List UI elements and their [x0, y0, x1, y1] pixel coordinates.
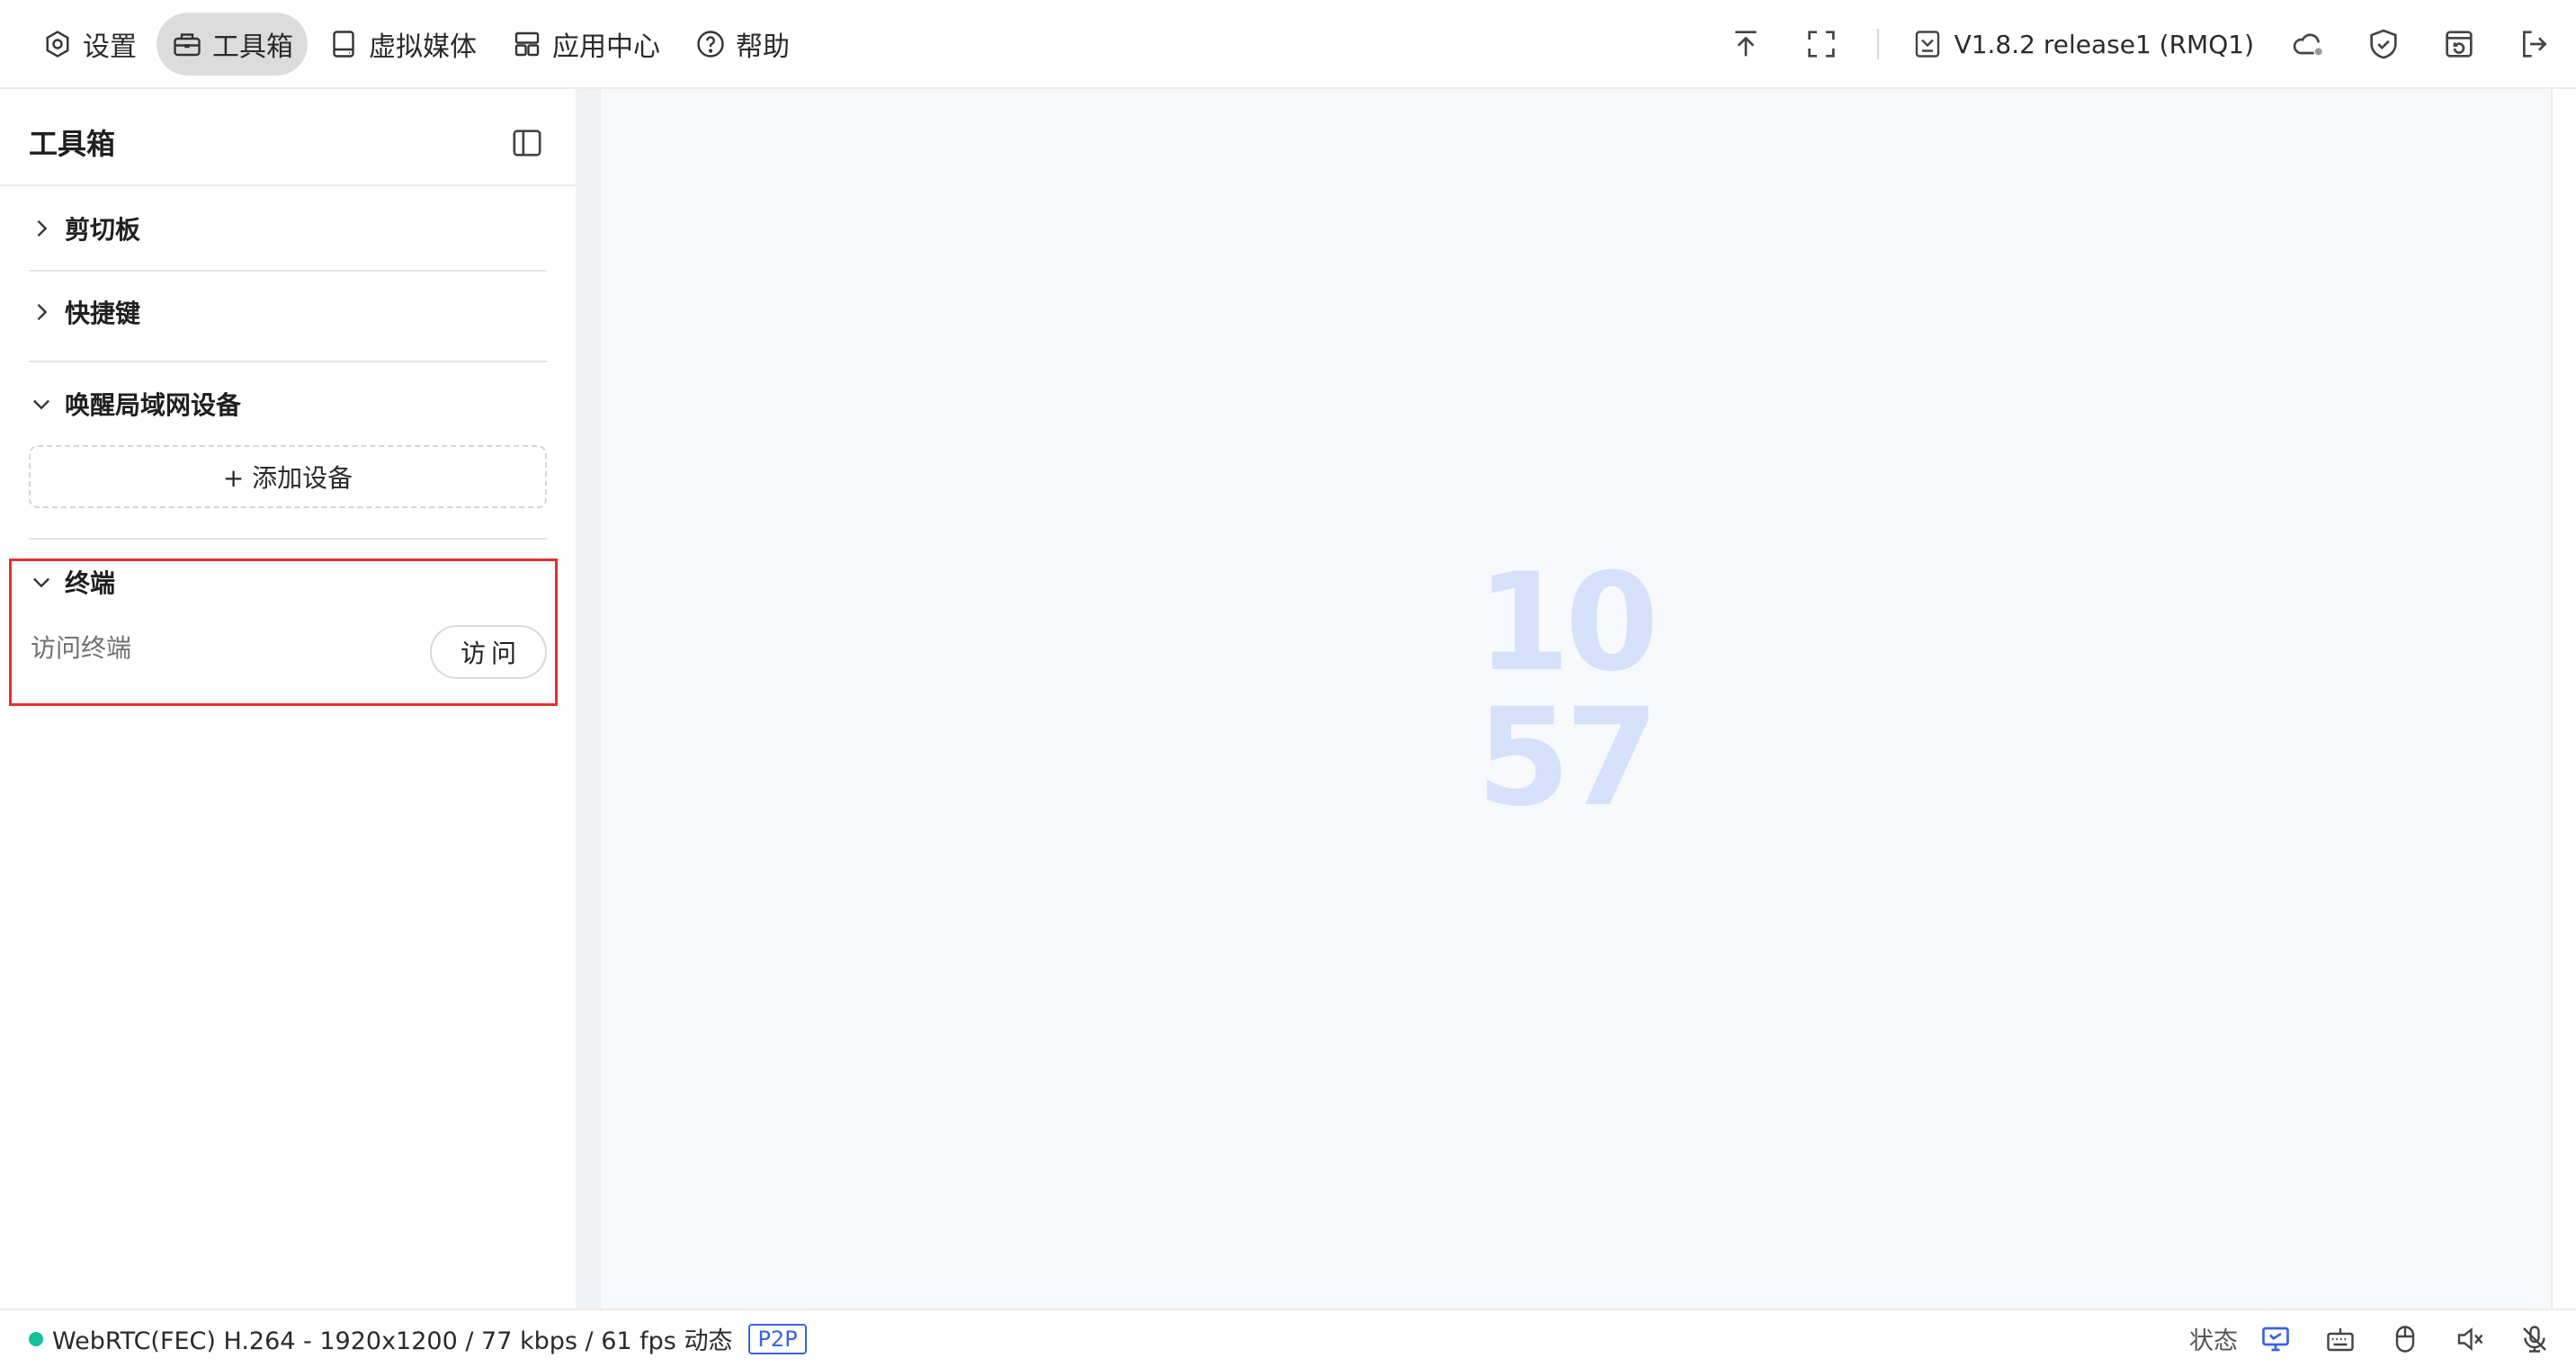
top-right-toolbar: V1.8.2 release1 (RMQ1)	[1726, 13, 2576, 76]
stream-info: WebRTC(FEC) H.264 - 1920x1200 / 77 kbps …	[52, 1327, 733, 1355]
sidebar-title: 工具箱	[29, 127, 116, 161]
cloud-status-icon[interactable]	[2288, 24, 2328, 64]
keyboard-icon[interactable]	[2322, 1321, 2358, 1357]
nav-toolbox-label: 工具箱	[212, 31, 293, 63]
status-controls: 状态	[2189, 1310, 2553, 1367]
nav-settings-label: 设置	[83, 31, 137, 63]
nav-settings[interactable]: 设置	[27, 13, 151, 76]
p2p-badge: P2P	[748, 1323, 807, 1354]
section-divider	[29, 270, 547, 272]
clock-hour: 10	[1476, 545, 1659, 701]
nav-help[interactable]: 帮助	[680, 13, 804, 76]
collapse-top-icon[interactable]	[1726, 24, 1766, 64]
mouse-icon[interactable]	[2387, 1321, 2423, 1357]
security-shield-icon[interactable]	[2364, 24, 2403, 64]
fullscreen-icon[interactable]	[1802, 24, 1841, 64]
clock-minute: 57	[1476, 680, 1659, 836]
terminal-access-label: 访问终端	[31, 633, 132, 663]
apps-icon	[511, 28, 543, 60]
toolbar-divider	[1876, 29, 1879, 59]
section-terminal[interactable]: 终端	[29, 559, 115, 604]
nav-app-center-label: 应用中心	[552, 31, 660, 63]
speaker-muted-icon[interactable]	[2452, 1321, 2488, 1357]
main-nav: 设置 工具箱 虚拟媒体 应用中心 帮助	[27, 13, 809, 76]
nav-help-label: 帮助	[736, 31, 790, 63]
section-wake-on-lan-label: 唤醒局域网设备	[65, 390, 242, 420]
section-clipboard-label: 剪切板	[65, 215, 141, 245]
version-info[interactable]: V1.8.2 release1 (RMQ1)	[1911, 28, 2254, 60]
sidebar-header: 工具箱	[0, 89, 576, 186]
sidebar-resize-gutter[interactable]	[576, 89, 601, 1309]
chevron-down-icon	[29, 569, 54, 594]
section-wake-on-lan[interactable]: 唤醒局域网设备	[29, 381, 241, 426]
add-device-button[interactable]: + 添加设备	[29, 445, 547, 508]
remote-clock: 10 57	[1475, 545, 1659, 836]
microphone-muted-icon[interactable]	[2517, 1321, 2553, 1357]
settings-icon	[41, 28, 74, 60]
storage-icon	[327, 28, 360, 60]
toolbox-icon	[171, 28, 203, 60]
toolbox-sidebar: 工具箱 剪切板 快捷键 唤醒局域网设备 + 添加设备 终端 访问终端 访问	[0, 89, 576, 1309]
chevron-right-icon	[29, 299, 54, 325]
section-divider	[29, 538, 547, 540]
nav-toolbox[interactable]: 工具箱	[157, 13, 308, 76]
chevron-right-icon	[29, 216, 54, 241]
restart-icon[interactable]	[2439, 24, 2479, 64]
logout-icon[interactable]	[2515, 24, 2554, 64]
section-divider	[29, 361, 547, 362]
nav-virtual-media-label: 虚拟媒体	[369, 31, 477, 63]
section-terminal-label: 终端	[65, 568, 116, 598]
section-shortcuts-label: 快捷键	[65, 299, 141, 328]
sidebar-toggle-icon[interactable]	[509, 125, 545, 161]
visit-terminal-button[interactable]: 访问	[430, 625, 547, 679]
version-icon	[1911, 28, 1944, 60]
help-icon	[694, 28, 727, 60]
chevron-down-icon	[29, 391, 54, 416]
nav-app-center[interactable]: 应用中心	[496, 13, 675, 76]
connection-dot	[29, 1331, 43, 1346]
right-edge-panel	[2551, 89, 2576, 1309]
stream-status: WebRTC(FEC) H.264 - 1920x1200 / 77 kbps …	[29, 1310, 807, 1367]
version-label: V1.8.2 release1 (RMQ1)	[1954, 29, 2254, 59]
monitor-icon[interactable]	[2258, 1321, 2294, 1357]
status-bar: WebRTC(FEC) H.264 - 1920x1200 / 77 kbps …	[0, 1309, 2576, 1367]
status-label: 状态	[2189, 1327, 2238, 1355]
section-shortcuts[interactable]: 快捷键	[29, 290, 140, 335]
section-clipboard[interactable]: 剪切板	[29, 206, 140, 251]
top-bar: 设置 工具箱 虚拟媒体 应用中心 帮助 V1.8.2 release1 (RMQ…	[0, 0, 2576, 89]
nav-virtual-media[interactable]: 虚拟媒体	[313, 13, 491, 76]
